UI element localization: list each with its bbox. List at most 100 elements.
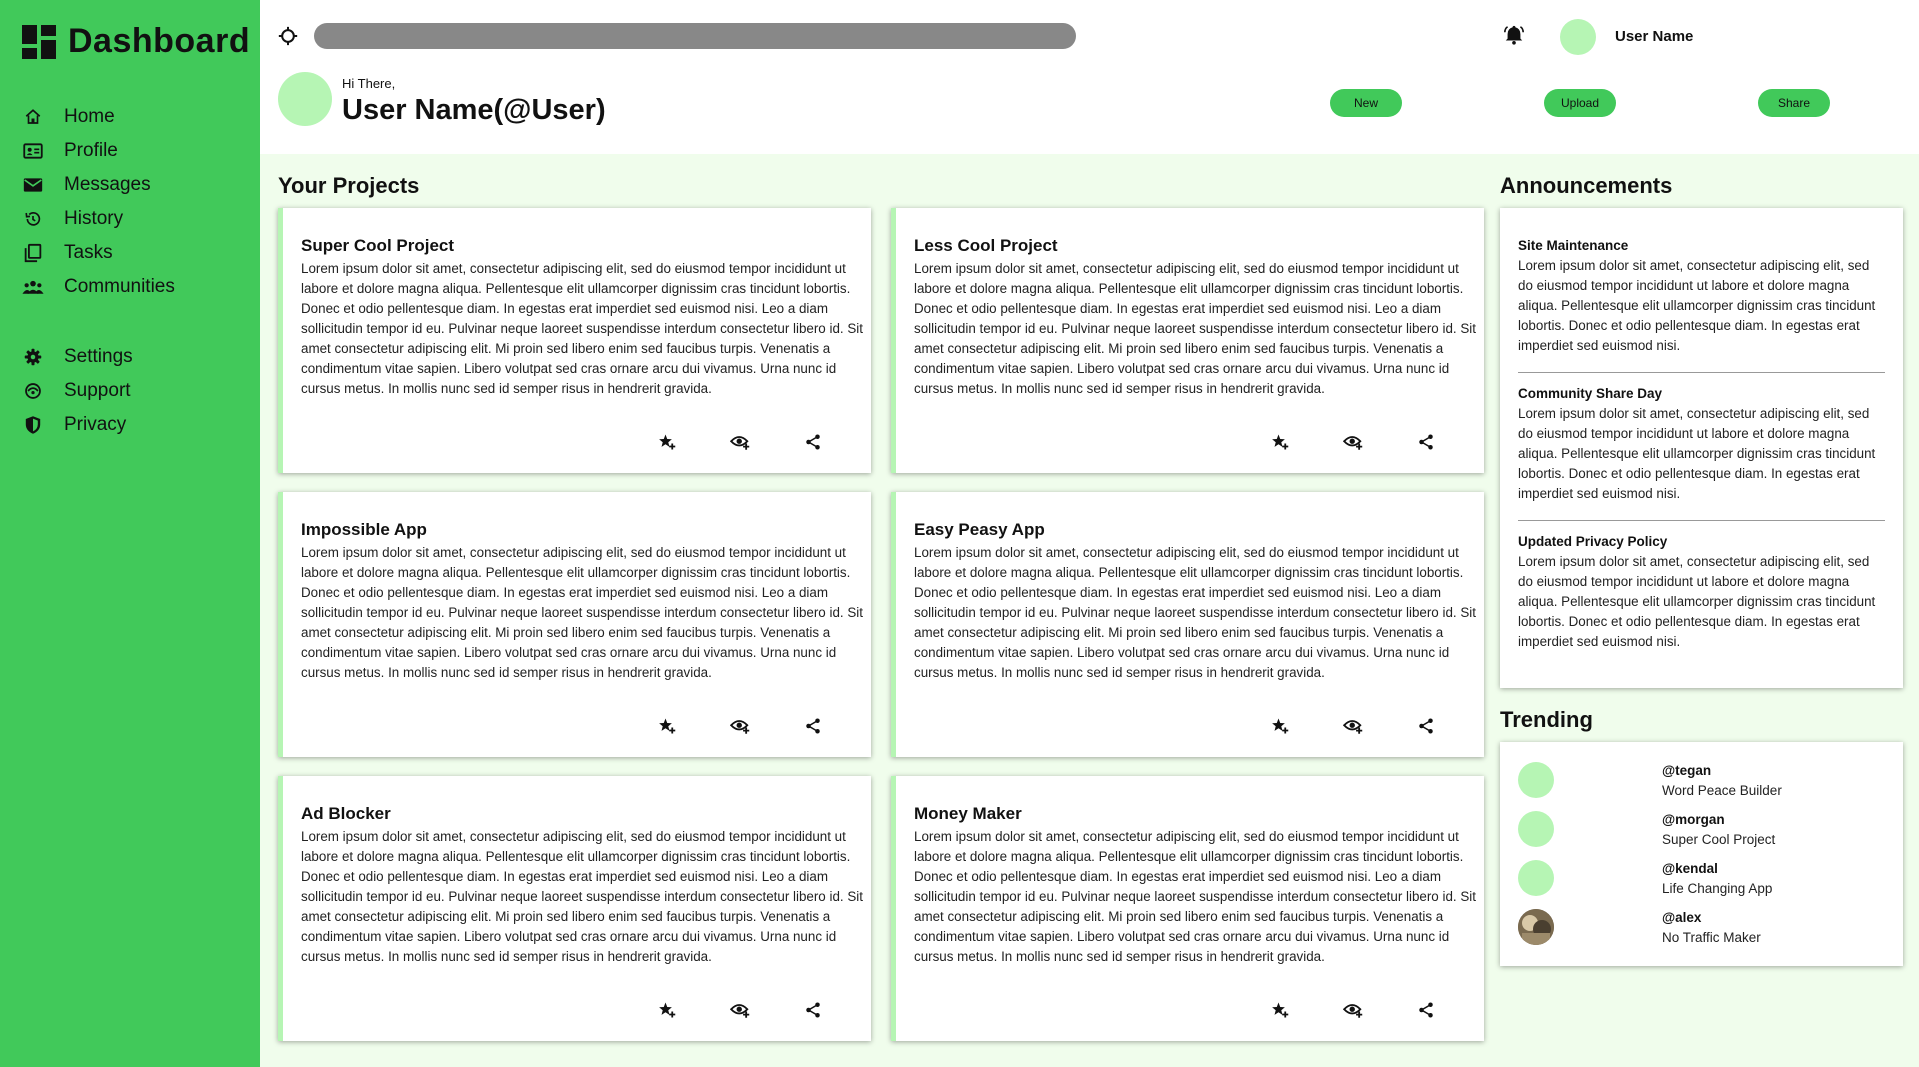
star-add-icon[interactable] [655,714,679,738]
sidebar-item-home[interactable]: Home [22,100,252,134]
share-icon[interactable] [1414,714,1438,738]
share-icon[interactable] [1414,430,1438,454]
sidebar-item-support[interactable]: Support [22,374,252,408]
target-icon[interactable] [278,26,298,46]
trending-item[interactable]: @morgan Super Cool Project [1518,810,1888,850]
sidebar-item-profile[interactable]: Profile [22,134,252,168]
sidebar: Dashboard Home Profile Messages History [0,0,260,1067]
share-icon[interactable] [1414,998,1438,1022]
trending-project: Super Cool Project [1662,832,1776,847]
search-input[interactable] [314,23,1076,49]
sidebar-item-label: Messages [64,174,151,195]
announcement-title: Updated Privacy Policy [1518,534,1668,549]
share-icon[interactable] [801,430,825,454]
divider [1518,520,1885,521]
star-add-icon[interactable] [1268,714,1292,738]
home-icon [22,106,44,128]
photo-avatar [1518,909,1554,945]
avatar[interactable] [1560,19,1596,55]
project-actions [655,998,874,1022]
project-actions [1268,998,1487,1022]
star-add-icon[interactable] [655,998,679,1022]
announcement-item[interactable]: Updated Privacy Policy Lorem ipsum dolor… [1518,534,1885,652]
people-icon [22,276,44,298]
tasks-icon [22,242,44,264]
sidebar-item-tasks[interactable]: Tasks [22,236,252,270]
avatar [1518,762,1554,798]
project-card[interactable]: Super Cool Project Lorem ipsum dolor sit … [278,208,871,473]
announcement-title: Community Share Day [1518,386,1663,401]
share-button[interactable]: Share [1758,89,1830,117]
watch-icon[interactable] [1341,714,1365,738]
brand[interactable]: Dashboard [22,22,250,61]
announcement-body: Lorem ipsum dolor sit amet, consectetur … [1518,258,1876,353]
announcements-title: Announcements [1500,173,1673,198]
project-card[interactable]: Ad Blocker Lorem ipsum dolor sit amet, co… [278,776,871,1041]
project-title: Impossible App [301,520,427,539]
watch-icon[interactable] [728,998,752,1022]
star-add-icon[interactable] [655,430,679,454]
sidebar-item-settings[interactable]: Settings [22,340,252,374]
project-card[interactable]: Money Maker Lorem ipsum dolor sit amet, c… [891,776,1484,1041]
trending-handle: @alex [1662,910,1702,925]
trending-item[interactable]: @kendal Life Changing App [1518,859,1888,899]
new-button[interactable]: New [1330,89,1402,117]
star-add-icon[interactable] [1268,998,1292,1022]
announcement-title: Site Maintenance [1518,238,1629,253]
project-description: Lorem ipsum dolor sit amet, consectetur … [914,545,1476,680]
project-actions [655,714,874,738]
project-description: Lorem ipsum dolor sit amet, consectetur … [914,261,1476,396]
divider [1518,372,1885,373]
project-card[interactable]: Impossible App Lorem ipsum dolor sit amet… [278,492,871,757]
star-add-icon[interactable] [1268,430,1292,454]
sidebar-item-label: Communities [64,276,175,297]
app-title: Dashboard [68,22,251,60]
trending-panel: @tegan Word Peace Builder @morgan Super … [1500,742,1903,966]
topbar: User Name [260,0,1919,72]
announcement-item[interactable]: Community Share Day Lorem ipsum dolor si… [1518,386,1885,504]
project-description: Lorem ipsum dolor sit amet, consectetur … [301,545,863,680]
shield-icon [22,414,44,436]
bell-icon[interactable] [1503,24,1527,48]
trending-project: Word Peace Builder [1662,783,1782,798]
share-icon[interactable] [801,714,825,738]
sidebar-item-label: Support [64,380,131,401]
project-title: Money Maker [914,804,1022,823]
watch-icon[interactable] [728,430,752,454]
user-name[interactable]: User Name [1615,28,1693,45]
greeting-text: Hi There, [342,76,396,91]
announcement-item[interactable]: Site Maintenance Lorem ipsum dolor sit a… [1518,238,1885,356]
watch-icon[interactable] [728,714,752,738]
trending-item[interactable]: @tegan Word Peace Builder [1518,761,1888,801]
sidebar-item-label: History [64,208,124,229]
project-title: Super Cool Project [301,236,455,255]
project-card[interactable]: Less Cool Project Lorem ipsum dolor sit a… [891,208,1484,473]
share-icon[interactable] [801,998,825,1022]
history-icon [22,208,44,230]
project-title: Ad Blocker [301,804,391,823]
watch-icon[interactable] [1341,998,1365,1022]
profile-avatar[interactable] [278,72,332,126]
sidebar-item-label: Privacy [64,414,127,435]
project-description: Lorem ipsum dolor sit amet, consectetur … [301,261,863,396]
mail-icon [22,174,44,196]
watch-icon[interactable] [1341,430,1365,454]
id-card-icon [22,140,44,162]
avatar [1518,860,1554,896]
gear-icon [22,346,44,368]
project-description: Lorem ipsum dolor sit amet, consectetur … [301,829,863,964]
sidebar-item-label: Home [64,106,115,127]
sidebar-item-label: Settings [64,346,133,367]
trending-handle: @tegan [1662,763,1712,778]
project-title: Easy Peasy App [914,520,1045,539]
announcements-panel: Site Maintenance Lorem ipsum dolor sit a… [1500,208,1903,688]
trending-item[interactable]: @alex No Traffic Maker [1518,908,1888,948]
trending-title: Trending [1500,707,1593,732]
sidebar-item-privacy[interactable]: Privacy [22,408,252,442]
sidebar-item-history[interactable]: History [22,202,252,236]
upload-button[interactable]: Upload [1544,89,1616,117]
sidebar-item-communities[interactable]: Communities [22,270,252,304]
sidebar-item-messages[interactable]: Messages [22,168,252,202]
project-card[interactable]: Easy Peasy App Lorem ipsum dolor sit amet… [891,492,1484,757]
